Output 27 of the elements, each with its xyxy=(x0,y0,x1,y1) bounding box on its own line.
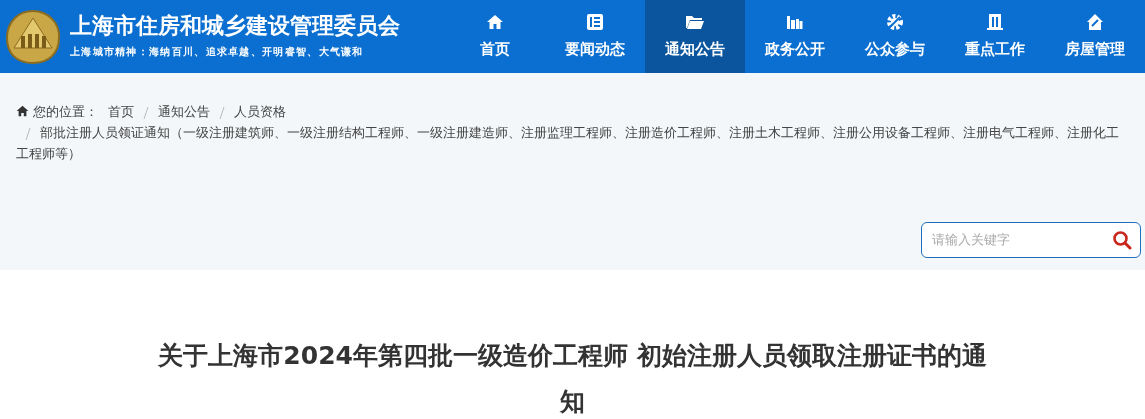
breadcrumb-link[interactable]: 人员资格 xyxy=(234,104,287,119)
nav-tab[interactable]: 政务公开 xyxy=(745,0,845,73)
gear-icon xyxy=(885,12,905,33)
logo-emblem-icon xyxy=(4,7,62,66)
breadcrumb-link[interactable]: 通知公告 xyxy=(158,104,211,119)
building-icon xyxy=(985,12,1005,33)
search-box[interactable]: 请输入关键字 xyxy=(921,222,1141,258)
site-title: 上海市住房和城乡建设管理委员会 xyxy=(70,13,400,39)
site-slogan: 上海城市精神：海纳百川、追求卓越、开明睿智、大气谦和 xyxy=(70,45,365,60)
search-input[interactable]: 请输入关键字 xyxy=(930,229,1100,251)
breadcrumb-link[interactable]: 首页 xyxy=(108,104,135,119)
house-icon xyxy=(1085,12,1105,33)
article-title: 关于上海市2024年第四批一级造价工程师 初始注册人员领取注册证书的通知 xyxy=(157,340,988,418)
nav-tab[interactable]: 要闻动态 xyxy=(545,0,645,73)
nav-tab[interactable]: 重点工作 xyxy=(945,0,1045,73)
nav-tab[interactable]: 通知公告 xyxy=(645,0,745,73)
search-icon[interactable] xyxy=(1112,230,1132,250)
separator-icon xyxy=(219,106,226,119)
separator-icon xyxy=(143,106,150,119)
home-icon xyxy=(16,105,29,117)
separator-icon xyxy=(25,127,31,140)
breadcrumb-label: 您的位置： xyxy=(33,104,99,119)
document-icon xyxy=(585,12,605,33)
nav-tab[interactable]: 公众参与 xyxy=(845,0,945,73)
nav-tab[interactable]: 首页 xyxy=(445,0,545,73)
nav-tab[interactable]: 房屋管理 xyxy=(1045,0,1145,73)
breadcrumb-link[interactable]: 部批注册人员领证通知（一级注册建筑师、一级注册结构工程师、一级注册建造师、注册监理工程师、注册造价工程师、注册土木工程师、注册公用设备工程师、注册电气工程师、注册化工工程师等） xyxy=(16,122,1129,164)
